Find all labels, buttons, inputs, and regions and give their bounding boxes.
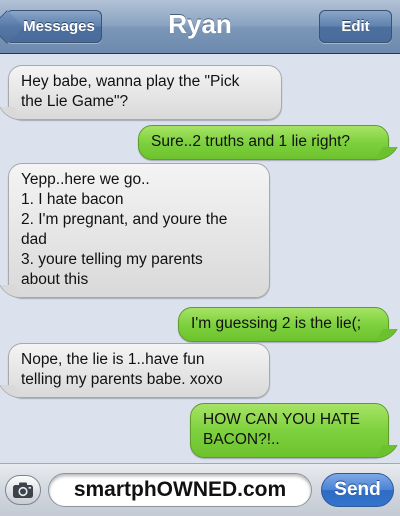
message-text: Hey babe, wanna play the "Pick xyxy=(21,73,240,90)
message-input[interactable]: smartphOWNED.com xyxy=(48,473,312,507)
message-text: about this xyxy=(21,271,89,288)
message-bubble-outgoing: I'm guessing 2 is the lie(; xyxy=(178,307,389,342)
message-list: Hey babe, wanna play the "Pick the Lie G… xyxy=(0,55,400,463)
message-text: Sure..2 truths and 1 lie right? xyxy=(151,133,351,150)
send-button[interactable]: Send xyxy=(321,473,394,507)
back-button-label: Messages xyxy=(23,18,95,35)
message-text: telling my parents babe. xoxo xyxy=(21,371,223,388)
message-text: 3. youre telling my parents xyxy=(21,251,203,268)
message-text: the Lie Game"? xyxy=(21,93,129,110)
message-bubble-incoming: Nope, the lie is 1..have fun telling my … xyxy=(8,343,270,398)
message-text: BACON?!.. xyxy=(203,431,280,448)
message-bubble-incoming: Yepp..here we go.. 1. I hate bacon 2. I'… xyxy=(8,163,270,298)
navigation-bar: Messages Ryan Edit xyxy=(0,0,400,54)
message-text: Nope, the lie is 1..have fun xyxy=(21,351,205,368)
camera-icon xyxy=(13,482,33,498)
message-bubble-outgoing: HOW CAN YOU HATE BACON?!.. xyxy=(190,403,389,458)
edit-button[interactable]: Edit xyxy=(319,10,392,43)
message-text: 1. I hate bacon xyxy=(21,191,124,208)
message-text: I'm guessing 2 is the lie(; xyxy=(191,315,362,332)
message-text: HOW CAN YOU HATE xyxy=(203,411,361,428)
message-bubble-incoming: Hey babe, wanna play the "Pick the Lie G… xyxy=(8,65,282,120)
message-text: dad xyxy=(21,231,47,248)
message-bubble-outgoing: Sure..2 truths and 1 lie right? xyxy=(138,125,389,160)
message-composer: smartphOWNED.com Send xyxy=(0,463,400,516)
message-text: 2. I'm pregnant, and youre the xyxy=(21,211,228,228)
message-text: Yepp..here we go.. xyxy=(21,171,150,188)
camera-button[interactable] xyxy=(5,475,41,505)
